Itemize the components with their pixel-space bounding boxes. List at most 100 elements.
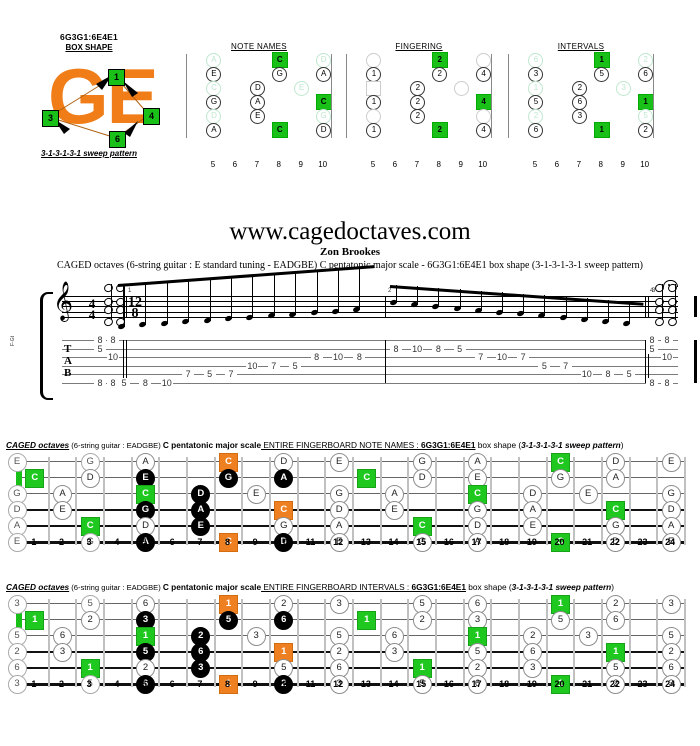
fretboard-fret	[130, 599, 133, 687]
tab-letter-T: T	[64, 343, 72, 355]
tab-barline	[126, 340, 127, 383]
mini-note-marker	[476, 52, 492, 68]
box-degree-1: 1	[108, 69, 125, 86]
fretboard-note-marker: 3	[523, 658, 543, 678]
fretboard-fret	[407, 599, 410, 687]
fretboard-fret	[462, 457, 465, 545]
heading-boxshape: box shape (	[475, 440, 522, 450]
mini-title-fingering: FINGERING	[395, 42, 443, 51]
fretboard-note-marker: 1	[357, 610, 377, 630]
note-stem	[231, 276, 232, 320]
fretboard-note-marker: 2	[412, 610, 432, 630]
note-stem	[188, 279, 190, 323]
tab-number: 8	[353, 352, 366, 363]
fretboard-fret-label: 16	[443, 679, 454, 689]
fretboard-note-marker: E	[661, 452, 681, 472]
fretboard-fret-label: 6	[169, 679, 175, 689]
tab-number: 5	[94, 343, 106, 354]
treble-clef-icon: 𝄞	[53, 281, 74, 321]
mini-fret-label: 6	[554, 160, 560, 169]
fretboard-fret-label: 17	[471, 679, 482, 689]
mini-note-marker: D	[206, 108, 222, 124]
mini-fret-label: 5	[532, 160, 538, 169]
mini-fret-label: 10	[318, 160, 328, 169]
chord-notehead	[102, 282, 115, 294]
heading-boxcode: 6G3G1:6E4E1	[421, 440, 476, 450]
mini-board-edge	[346, 54, 347, 138]
mini-note-marker: 2	[638, 122, 654, 138]
mini-fret-label: 10	[640, 160, 650, 169]
mini-note-marker: A	[206, 122, 222, 138]
measure-number: 1	[128, 288, 132, 294]
heading-scale: C pentatonic major scale	[162, 440, 262, 450]
heading-tuning: (6-string guitar : EADGBE)	[69, 441, 163, 450]
mini-note-marker: 5	[638, 108, 654, 124]
mini-fretboard-intervals: INTERVALS 6 1 2 3 5 6 1 2 3 5 6 1 2 3 5 6 1 2 5 6 7 8 9 10	[505, 42, 657, 169]
fretboard-fret	[241, 599, 244, 687]
mini-note-marker: G	[206, 94, 222, 110]
final-barline	[694, 296, 697, 317]
note-names-heading: CAGED octaves (6-string guitar : EADGBE)…	[6, 440, 698, 450]
fretboard-fret-label: 4	[114, 679, 120, 689]
staff-line	[62, 306, 678, 308]
mini-note-marker: 2	[638, 52, 654, 68]
fretboard-fret-label: 8	[224, 679, 230, 689]
final-chord-notehead	[653, 316, 666, 328]
sweep-arrows-svg	[48, 75, 150, 139]
mini-fret-label: 7	[254, 160, 260, 169]
mini-fret-label: 9	[458, 160, 463, 169]
mini-note-marker: 6	[572, 94, 588, 110]
fretboard-note-marker: E	[385, 500, 404, 520]
box-shape-logo: 6G3G1:6E4E1 BOX SHAPE GE 1 3 4 6 3-1-3-1…	[0, 32, 178, 172]
fretboard-note-marker: D	[412, 468, 432, 488]
fretboard-fret	[601, 599, 603, 687]
mini-board-grid-0: A C D E G A C D E G A C D E G A C D 5 6 7 8 9 10	[186, 52, 332, 169]
fretboard-note-marker: 2	[80, 610, 100, 630]
staff-line	[62, 296, 678, 297]
fretboard-fret	[379, 457, 382, 545]
fretboard-note-marker: E	[578, 484, 598, 504]
box-degree-3: 3	[42, 110, 59, 127]
fretboard-note-marker: 5	[219, 610, 238, 630]
fretboard-fret	[656, 599, 659, 687]
note-stem	[459, 289, 461, 309]
box-shape-title: 6G3G1:6E4E1	[60, 32, 118, 42]
fretboard-note-marker: 3	[246, 626, 266, 646]
fretboard-note-marker: E	[7, 452, 27, 472]
fretboard-fret	[269, 599, 271, 687]
fretboard-fret	[490, 599, 493, 687]
mini-note-marker	[454, 80, 470, 96]
tab-number: 8	[661, 378, 673, 388]
mini-note-marker: G	[272, 66, 288, 82]
chord-notehead	[102, 316, 115, 328]
mini-note-marker: C	[271, 122, 288, 138]
mini-fret-label: 8	[436, 160, 441, 169]
fretboard-fret	[75, 599, 78, 687]
fretboard-fret-label: 24	[665, 537, 676, 547]
fretboard-fret-label: 24	[665, 679, 676, 689]
mini-note-marker: 3	[528, 66, 544, 82]
mini-board-edge	[508, 54, 509, 138]
fretboard-fret	[103, 457, 105, 545]
fretboard-fret	[628, 599, 631, 687]
heading-close: )	[620, 440, 624, 450]
fretboard-note-marker: 3	[385, 642, 404, 662]
heading2-boxshape: box shape (	[465, 582, 512, 592]
note-stem	[565, 296, 567, 319]
fretboard-note-marker: 1	[25, 610, 45, 630]
fretboard-fret-label: 7	[197, 679, 203, 689]
mini-note-marker: 1	[528, 80, 544, 96]
fretboard-note-marker: G	[219, 468, 238, 488]
fretboard-note-marker: E	[329, 452, 349, 472]
fretboard-fret	[75, 457, 78, 545]
fretboard-fret	[545, 457, 548, 545]
fretboard-fret	[518, 599, 520, 687]
tab-number: 10	[332, 352, 344, 363]
tab-number: 5	[203, 369, 216, 380]
chord-stem	[111, 284, 112, 320]
fretboard-fret-label: 3	[86, 679, 92, 689]
note-stem	[629, 301, 631, 324]
fretboard-fret	[47, 457, 50, 545]
mini-note-marker: A	[250, 94, 266, 110]
mini-note-marker: D	[250, 80, 266, 96]
